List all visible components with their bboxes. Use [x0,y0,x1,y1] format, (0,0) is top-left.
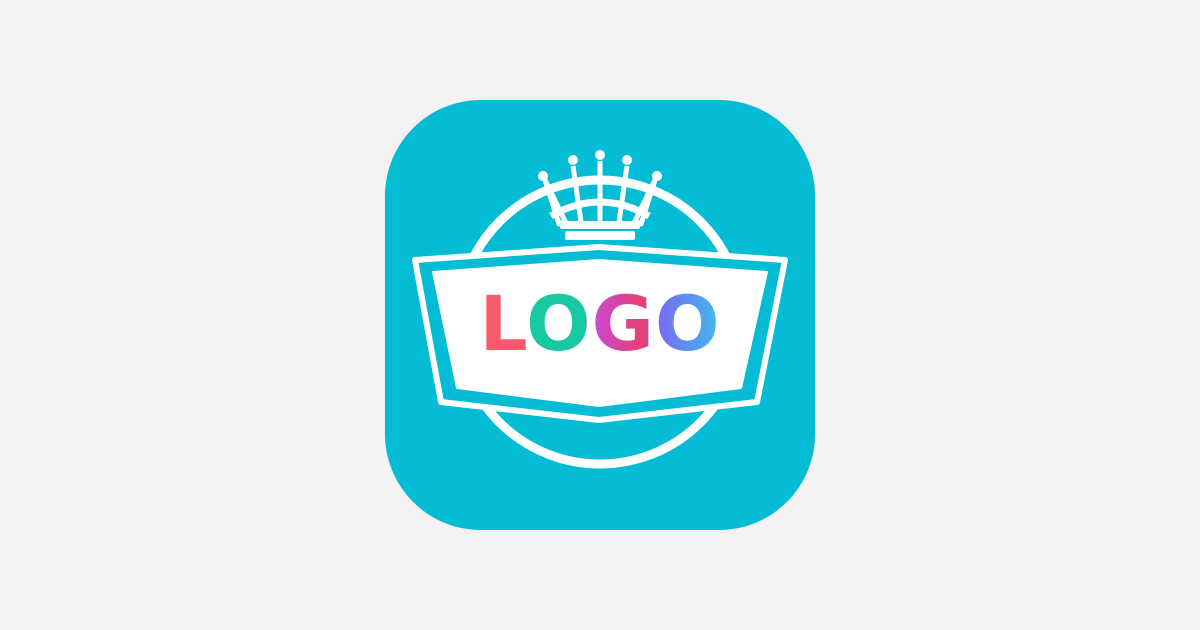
badge-label-wrap: LOGO [385,286,815,362]
badge-label: LOGO [471,286,728,362]
store-preview-canvas: LOGO [0,0,1200,630]
app-icon[interactable]: LOGO [385,100,815,530]
crown-icon [538,150,662,240]
